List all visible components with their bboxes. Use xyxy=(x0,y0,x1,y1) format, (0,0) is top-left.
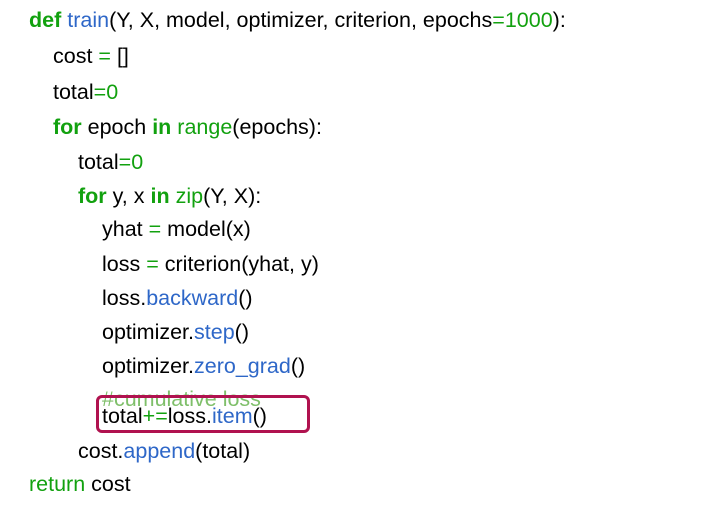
code-token: y, x xyxy=(106,184,151,208)
code-token: zero_grad xyxy=(194,354,291,378)
code-token: total xyxy=(78,150,119,174)
code-token: step xyxy=(194,320,235,344)
code-token: optimizer. xyxy=(102,354,195,378)
code-token: loss. xyxy=(102,286,147,310)
code-line-total-init: total=0 xyxy=(53,77,118,107)
code-token: = xyxy=(118,150,132,174)
code-token: def xyxy=(29,8,62,32)
code-token: for xyxy=(53,115,82,139)
code-token: = xyxy=(148,217,162,241)
code-line-total-reset: total=0 xyxy=(78,147,143,177)
code-token: loss xyxy=(102,252,147,276)
code-token: (Y, X, model, optimizer, criterion, epoc… xyxy=(109,8,493,32)
code-token: 1000 xyxy=(504,8,553,32)
code-token: = xyxy=(93,80,107,104)
code-token: cost xyxy=(85,472,131,496)
code-token: = xyxy=(492,8,505,32)
code-token: 0 xyxy=(131,150,144,174)
code-token: () xyxy=(290,354,306,378)
code-token: = xyxy=(146,252,159,276)
code-line-return: return cost xyxy=(29,469,131,499)
code-token: optimizer. xyxy=(102,320,195,344)
code-token: (epochs): xyxy=(232,115,322,139)
code-token: range xyxy=(177,115,233,139)
code-token: model(x) xyxy=(161,217,251,241)
code-line-step: optimizer.step() xyxy=(102,317,249,347)
code-token: criterion(yhat, y) xyxy=(158,252,319,276)
code-token: [] xyxy=(110,44,129,68)
code-token: (Y, X): xyxy=(203,184,262,208)
code-token: return xyxy=(29,472,86,496)
code-token: zip xyxy=(175,184,204,208)
code-token: cost xyxy=(53,44,99,68)
code-token: append xyxy=(123,439,196,463)
code-line-backward: loss.backward() xyxy=(102,283,253,313)
code-line-cost-init: cost = [] xyxy=(53,41,129,71)
code-token: = xyxy=(98,44,111,68)
code-line-def: def train(Y, X, model, optimizer, criter… xyxy=(29,5,566,35)
code-token: train xyxy=(67,8,110,32)
code-line-for-epoch: for epoch in range(epochs): xyxy=(53,112,322,142)
highlight-box xyxy=(96,395,310,433)
code-block: def train(Y, X, model, optimizer, criter… xyxy=(0,0,714,511)
code-token: (total) xyxy=(195,439,251,463)
code-line-loss: loss = criterion(yhat, y) xyxy=(102,249,319,279)
code-token: yhat xyxy=(102,217,149,241)
code-token: 0 xyxy=(106,80,119,104)
code-token: in xyxy=(150,184,170,208)
code-token: epoch xyxy=(81,115,153,139)
code-token: for xyxy=(78,184,107,208)
code-token: total xyxy=(53,80,94,104)
code-token: backward xyxy=(146,286,239,310)
code-token: ): xyxy=(552,8,566,32)
code-line-zero-grad: optimizer.zero_grad() xyxy=(102,351,305,381)
code-token: cost. xyxy=(78,439,124,463)
code-token: () xyxy=(234,320,249,344)
code-line-append: cost.append(total) xyxy=(78,436,250,466)
code-token: in xyxy=(152,115,172,139)
code-line-for-xy: for y, x in zip(Y, X): xyxy=(78,181,261,211)
code-line-yhat: yhat = model(x) xyxy=(102,214,251,244)
code-token: () xyxy=(238,286,253,310)
